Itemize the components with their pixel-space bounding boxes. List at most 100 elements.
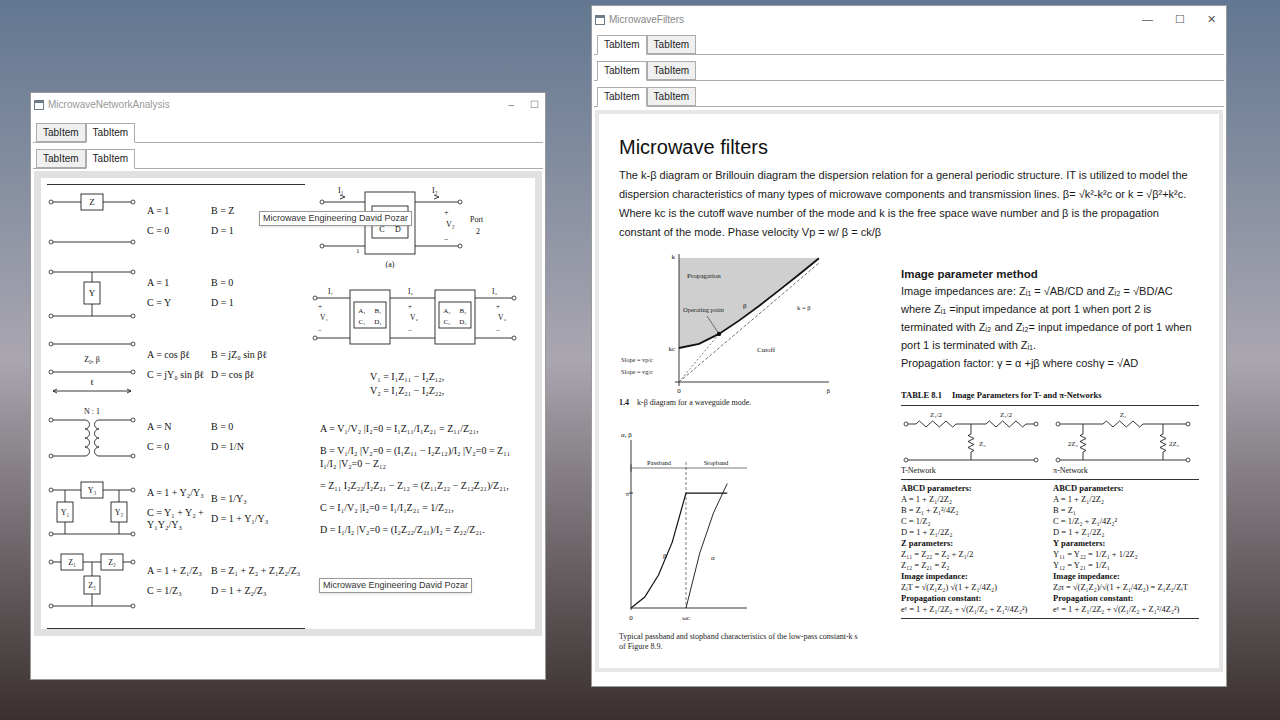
parameter-formula: ZᵢT = √(Z₁Z₂) √(1 + Z₁/4Z₂)	[901, 582, 1047, 593]
filters-window[interactable]: MicrowaveFilters—☐✕TabItemTabItemTabItem…	[591, 5, 1227, 687]
abcd-equation: D = I₁/I₂ |V₂=0 = (I₂Z₂₂/Z₂₁)/I₂ = Z₂₂/Z…	[320, 523, 529, 536]
svg-text:Z₀, β: Z₀, β	[84, 355, 100, 364]
window-control-button[interactable]: —	[1142, 11, 1153, 28]
svg-text:+: +	[408, 303, 412, 311]
tab[interactable]: TabItem	[86, 123, 136, 143]
tab-content: ZA = 1C = 0B = ZD = 1YA = 1C = YB = 0D =…	[34, 171, 542, 636]
svg-text:(a): (a)	[386, 260, 395, 269]
parameter-heading: ABCD parameters:	[901, 483, 1047, 494]
window-control-button[interactable]: ☐	[530, 97, 539, 112]
svg-text:π: π	[625, 490, 629, 498]
svg-text:2Z₂: 2Z₂	[1068, 440, 1079, 448]
svg-text:D: D	[395, 225, 401, 234]
circuit-diagram-icon: Z₁Z₂Z₃	[47, 550, 137, 612]
tab[interactable]: TabItem	[647, 87, 697, 106]
window-control-button[interactable]: ✕	[1207, 11, 1216, 28]
svg-text:kc: kc	[668, 345, 675, 353]
desktop: MicrowaveNetworkAnalysis–☐TabItemTabItem…	[0, 0, 1280, 720]
svg-text:−: −	[496, 327, 500, 335]
tab-row: TabItemTabItem	[594, 59, 1224, 81]
tab[interactable]: TabItem	[597, 61, 647, 81]
svg-text:Cutoff: Cutoff	[757, 346, 776, 354]
svg-text:I₃: I₃	[492, 287, 497, 296]
passband-chart: PassbandStopbandα, βπβα0ωc	[619, 428, 751, 624]
parameter-heading: ABCD parameters:	[1053, 483, 1199, 494]
title-bar[interactable]: MicrowaveFilters—☐✕	[592, 6, 1226, 33]
tab[interactable]: TabItem	[86, 149, 136, 169]
z-equation: V₁ = I₁Z₁₁ − I₂Z₁₂,	[370, 370, 529, 384]
svg-text:−: −	[444, 235, 449, 244]
abcd-b: B = 1/Y₃	[211, 493, 305, 505]
window-control-button[interactable]: –	[508, 97, 514, 112]
svg-text:Z: Z	[89, 197, 95, 207]
abcd-c: C = 0	[147, 225, 207, 237]
abcd-row: Z₀, βℓA = cos βℓC = jY₀ sin βℓB = jZ₀ si…	[47, 329, 305, 401]
tab[interactable]: TabItem	[647, 61, 697, 80]
section-heading: Image parameter method	[901, 266, 1199, 282]
svg-text:I₂: I₂	[432, 186, 438, 195]
svg-text:Z₂: Z₂	[108, 558, 116, 567]
abcd-d: D = 1/N	[211, 441, 305, 453]
network-schematic-icon: Z₁/2Z₁/2Z₂	[901, 410, 1041, 466]
abcd-a: A = N	[147, 421, 207, 433]
circuit-diagram-icon: N : 1	[47, 406, 137, 468]
svg-text:Passband: Passband	[647, 459, 672, 466]
svg-text:Z₁: Z₁	[1120, 411, 1127, 419]
svg-text:V₁: V₁	[320, 313, 328, 322]
cascade-diagram: A₁B₁C₁D₁A₂B₂C₂D₂I₁I₂I₃+V₁−+V₂−+V₃−	[310, 284, 520, 348]
parameter-heading: Z parameters:	[901, 538, 1047, 549]
svg-text:1: 1	[356, 247, 360, 255]
abcd-d: D = 1 + Z₂/Z₃	[211, 585, 305, 597]
svg-text:I₁: I₁	[328, 287, 333, 296]
parameter-formula: eᵞ = 1 + Z₁/2Z₂ + √(Z₁/Z₂ + Z₁²/4Z₂²)	[1053, 604, 1199, 615]
tooltip: Microwave Engineering David Pozar	[259, 211, 412, 226]
svg-text:+: +	[496, 303, 500, 311]
title-bar[interactable]: MicrowaveNetworkAnalysis – ☐	[31, 93, 545, 116]
svg-text:C: C	[379, 225, 384, 234]
content-page: Microwave filtersThe k-β diagram or Bril…	[599, 114, 1219, 668]
tab[interactable]: TabItem	[36, 149, 86, 168]
abcd-b: B = 0	[211, 421, 305, 433]
parameter-heading: Y parameters:	[1053, 538, 1199, 549]
svg-text:2: 2	[476, 227, 480, 236]
abcd-d: D = 1	[211, 297, 305, 309]
abcd-a: A = 1	[147, 205, 207, 217]
circuit-diagram-icon: Y	[47, 262, 137, 324]
network-analysis-window[interactable]: MicrowaveNetworkAnalysis–☐TabItemTabItem…	[30, 92, 546, 680]
parameter-heading: Propagation constant:	[1053, 593, 1199, 604]
tab[interactable]: TabItem	[597, 35, 647, 55]
parameter-formula: C = 1/Z₂ + Z₁/4Z₂²	[1053, 516, 1199, 527]
parameter-formula: A = 1 + Z₁/2Z₂	[1053, 494, 1199, 505]
svg-text:Stopband: Stopband	[704, 459, 729, 466]
parameter-formula: D = 1 + Z₁/2Z₂	[1053, 527, 1199, 538]
window-control-button[interactable]: ☐	[1175, 11, 1185, 28]
svg-text:−: −	[318, 327, 322, 335]
svg-text:β: β	[663, 552, 667, 560]
tab[interactable]: TabItem	[597, 87, 647, 107]
parameter-formula: Y₁₂ = Y₂₁ = 1/Z₁	[1053, 560, 1199, 571]
parameter-formula: C = 1/Z₂	[901, 516, 1047, 527]
abcd-a: A = 1 + Y₂/Y₃	[147, 487, 207, 499]
parameter-heading: Image impedance:	[901, 571, 1047, 582]
window-title: MicrowaveNetworkAnalysis	[48, 97, 170, 112]
abcd-row: Y₃Y₁Y₂A = 1 + Y₂/Y₃C = Y₁ + Y₂ + Y₁Y₂/Y₃…	[47, 473, 305, 545]
abcd-c: C = 0	[147, 441, 207, 453]
svg-text:Y₁: Y₁	[61, 508, 70, 517]
svg-text:Slope = vg/c: Slope = vg/c	[621, 368, 653, 375]
section-text: Propagation factor: γ = α +jβ where cosh…	[901, 354, 1199, 372]
tab[interactable]: TabItem	[36, 123, 86, 142]
k-beta-chart: kβ0kcPropagationOperating pointβk = βCut…	[619, 250, 834, 396]
svg-text:k = β: k = β	[797, 304, 811, 311]
tab-row: TabItemTabItem	[33, 121, 543, 143]
svg-text:V₂: V₂	[446, 220, 455, 229]
svg-text:D₂: D₂	[459, 318, 467, 326]
intro-paragraph: The k-β diagram or Brillouin diagram the…	[619, 166, 1199, 242]
svg-text:B₂: B₂	[459, 307, 467, 315]
circuit-diagram-icon: Z	[47, 190, 137, 252]
tab[interactable]: TabItem	[647, 35, 697, 54]
abcd-c: C = 1/Z₃	[147, 585, 207, 597]
svg-text:0: 0	[677, 387, 681, 395]
svg-text:C₂: C₂	[443, 318, 451, 326]
tab-content: Microwave filtersThe k-β diagram or Bril…	[595, 110, 1223, 672]
svg-text:I₂: I₂	[408, 287, 413, 296]
